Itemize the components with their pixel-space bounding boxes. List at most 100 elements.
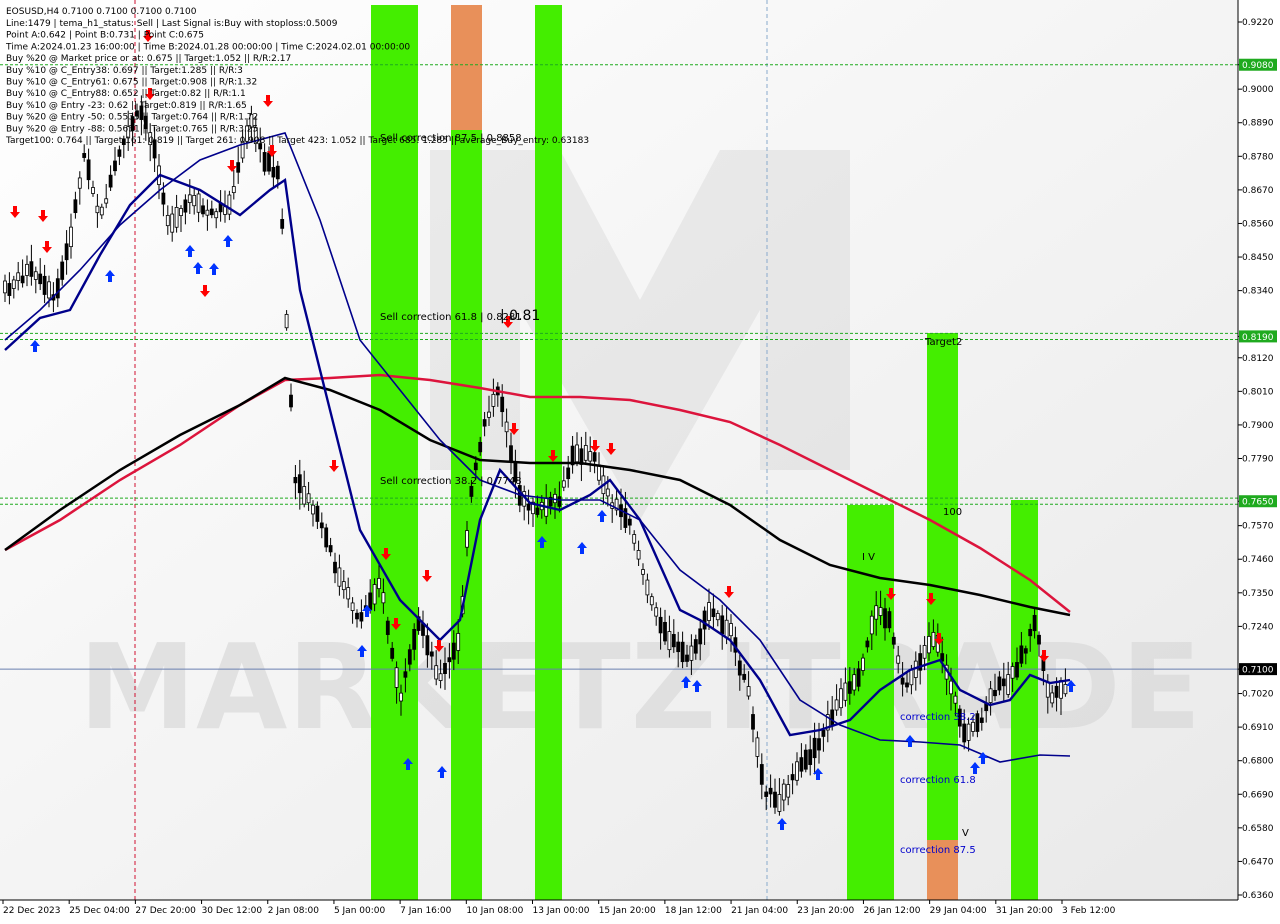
candle-body-76 (337, 567, 342, 587)
candle-body-22 (99, 206, 104, 216)
candle-body-226 (997, 676, 1002, 691)
candle-body-182 (803, 749, 808, 770)
annotation-label: correction 61.8 (900, 775, 976, 786)
price-badge-label: 0.7100 (1242, 666, 1274, 676)
candle-body-178 (786, 784, 791, 798)
candle-body-12 (55, 278, 60, 299)
y-tick-label: 0.8560 (1242, 219, 1274, 229)
candle-body-222 (979, 717, 984, 723)
candle-body-0 (3, 280, 7, 294)
candle-body-10 (47, 281, 51, 299)
candle-body-203 (896, 655, 901, 664)
x-tick-label: 10 Jan 08:00 (466, 906, 523, 916)
candle-body-188 (830, 709, 835, 727)
candle-body-134 (592, 452, 597, 462)
candle-body-74 (328, 545, 333, 553)
x-tick-label: 5 Jan 00:00 (334, 906, 386, 916)
candle-body-68 (302, 486, 307, 505)
info-line-2: Time A:2024.01.23 16:00:00 | Time B:2024… (5, 42, 410, 52)
x-tick-label: 7 Jan 16:00 (400, 906, 452, 916)
candle-body-41 (183, 199, 188, 213)
annotation-label: correction 38.2 (900, 712, 976, 723)
candle-body-133 (588, 451, 593, 462)
candle-body-233 (1028, 628, 1033, 637)
y-tick-label: 0.8120 (1242, 354, 1274, 364)
candle-body-239 (1054, 685, 1059, 698)
candle-body-240 (1059, 680, 1063, 699)
candle-body-198 (874, 605, 879, 620)
candle-body-71 (315, 505, 320, 522)
candle-body-119 (526, 503, 531, 511)
candle-body-19 (86, 159, 91, 181)
candle-body-53 (236, 162, 241, 173)
y-tick-label: 0.6470 (1242, 857, 1274, 867)
candle-body-70 (311, 504, 315, 515)
y-tick-label: 0.8340 (1242, 287, 1274, 297)
price-badge-label: 0.9080 (1242, 61, 1274, 71)
x-tick-label: 29 Jan 04:00 (930, 906, 987, 916)
candle-body-93 (412, 628, 417, 650)
candle-body-137 (605, 488, 610, 497)
annotation-label: | 0.81 (500, 308, 540, 324)
y-tick-label: 0.8780 (1242, 152, 1274, 162)
candle-body-24 (108, 174, 113, 188)
candle-body-111 (491, 393, 496, 407)
candle-body-237 (1045, 681, 1050, 698)
candle-body-190 (839, 688, 843, 709)
x-tick-label: 25 Dec 04:00 (69, 906, 130, 916)
info-line-4: Buy %10 @ C_Entry38: 0.697 || Target:1.2… (6, 66, 243, 76)
candle-body-202 (891, 636, 896, 645)
candle-body-170 (751, 714, 755, 730)
candle-body-157 (693, 639, 698, 654)
candle-body-163 (720, 615, 725, 635)
candle-body-14 (64, 243, 69, 261)
candle-body-1 (7, 283, 12, 296)
candle-body-144 (636, 550, 641, 560)
zone-band-2 (451, 5, 482, 130)
candle-body-85 (377, 578, 381, 590)
price-chart: MARKETZITRADE Sell correction 87.5 | 0.8… (0, 0, 1280, 920)
candle-body-75 (333, 561, 337, 574)
candle-body-98 (434, 665, 439, 680)
candle-body-231 (1019, 645, 1024, 664)
candle-body-16 (73, 199, 78, 214)
zone-band-4 (847, 505, 894, 900)
candle-body-72 (319, 522, 324, 529)
candle-body-177 (781, 783, 786, 801)
candle-body-151 (667, 631, 672, 651)
candle-body-142 (627, 518, 632, 526)
candle-body-158 (698, 628, 703, 645)
y-tick-label: 0.8010 (1242, 387, 1274, 397)
candle-body-15 (69, 226, 73, 248)
candle-body-153 (676, 641, 681, 653)
candle-body-216 (953, 695, 958, 704)
annotation-label: correction 87.5 (900, 845, 976, 856)
candle-body-180 (795, 761, 799, 781)
y-tick-label: 0.6910 (1242, 723, 1274, 733)
candle-body-218 (962, 723, 967, 743)
y-tick-label: 0.7240 (1242, 622, 1274, 632)
candle-body-168 (742, 673, 747, 680)
candle-body-65 (289, 394, 293, 408)
candle-body-81 (359, 612, 364, 622)
y-tick-label: 0.6800 (1242, 757, 1274, 767)
candle-body-60 (267, 152, 271, 172)
x-tick-label: 13 Jan 00:00 (533, 906, 590, 916)
x-tick-label: 31 Jan 20:00 (996, 906, 1053, 916)
candle-body-50 (223, 206, 227, 215)
candle-body-181 (799, 757, 804, 772)
x-tick-label: 27 Dec 20:00 (135, 906, 196, 916)
x-tick-label: 22 Dec 2023 (3, 906, 61, 916)
candle-body-215 (949, 680, 953, 695)
candle-body-13 (60, 261, 65, 280)
y-tick-label: 0.7790 (1242, 455, 1274, 465)
x-tick-label: 18 Jan 12:00 (665, 906, 722, 916)
zone-band-7 (1011, 500, 1038, 900)
candle-body-83 (368, 592, 373, 610)
candle-body-107 (473, 462, 478, 471)
candle-body-110 (487, 411, 491, 418)
x-tick-label: 3 Feb 12:00 (1062, 906, 1116, 916)
y-tick-label: 0.8450 (1242, 253, 1274, 263)
candle-body-102 (451, 642, 456, 660)
candle-body-73 (324, 527, 329, 548)
